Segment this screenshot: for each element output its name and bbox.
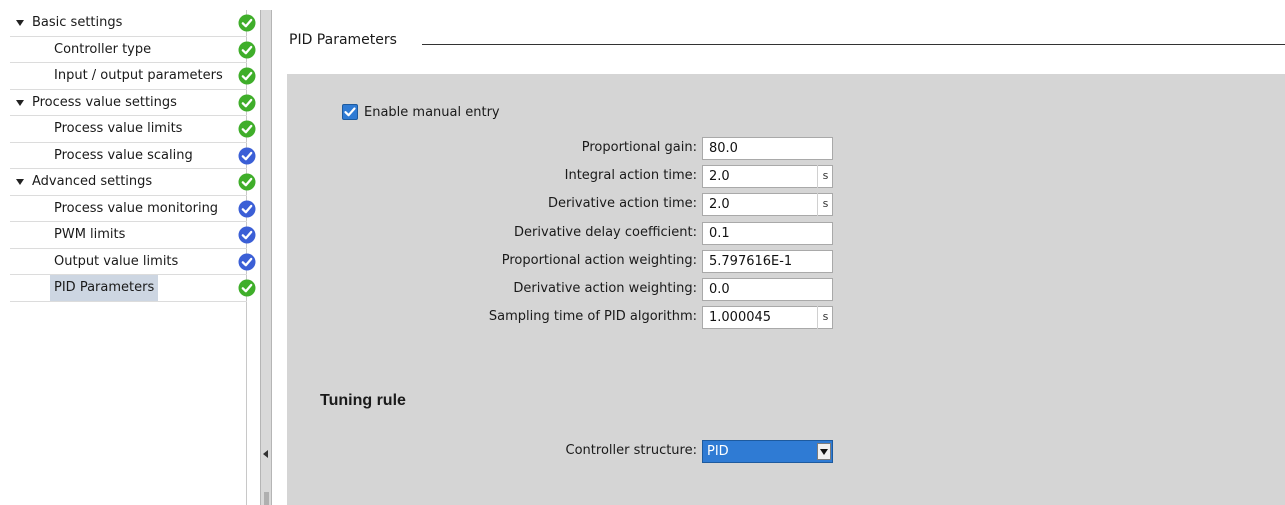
status-ok-check-icon (238, 67, 256, 85)
status-ok-check-icon (238, 120, 256, 138)
controller-structure-dropdown[interactable]: PID (702, 440, 833, 463)
nav-item-label: Controller type (54, 41, 152, 57)
collapse-arrow-icon[interactable] (263, 450, 268, 458)
nav-item-input-output-parameters[interactable]: Input / output parameters (10, 63, 247, 90)
nav-item-label: Basic settings (32, 15, 123, 30)
nav-item-label: PID Parameters (50, 275, 159, 301)
nav-item-label: Process value limits (54, 121, 183, 136)
checkmark-icon (344, 107, 356, 117)
proportional-gain-label: Proportional gain: (581, 140, 697, 155)
nav-item-process-value-monitoring[interactable]: Process value monitoring (10, 196, 247, 222)
derivative-action-weighting-input[interactable]: 0.0 (702, 278, 833, 301)
enable-manual-entry-label: Enable manual entry (364, 105, 500, 120)
status-ok-check-icon (238, 41, 256, 59)
sampling-time-of-pid-algorithm-input[interactable]: 1.000045 (702, 306, 833, 330)
sampling-time-of-pid-algorithm-label: Sampling time of PID algorithm: (488, 309, 697, 325)
enable-manual-entry-checkbox[interactable] (342, 104, 358, 120)
controller-structure-label: Controller structure: (565, 443, 697, 458)
status-info-check-icon (238, 226, 256, 244)
nav-item-output-value-limits[interactable]: Output value limits (10, 249, 247, 275)
proportional-action-weighting-value: 5.797616E-1 (709, 253, 793, 269)
proportional-gain-row: Proportional gain: 80.0 (287, 137, 1285, 160)
nav-item-label: Output value limits (54, 253, 179, 269)
integral-action-time-label: Integral action time: (564, 168, 697, 184)
derivative-action-time-value: 2.0 (709, 197, 730, 213)
derivative-action-time-row: Derivative action time: 2.0 s (287, 193, 1285, 217)
nav-item-label: PWM limits (54, 227, 126, 242)
integral-action-time-unit: s (817, 165, 833, 189)
expand-triangle-icon[interactable] (16, 179, 24, 185)
nav-item-label: Input / output parameters (54, 68, 223, 83)
proportional-gain-value: 80.0 (709, 141, 738, 156)
nav-item-label: Process value scaling (54, 147, 193, 163)
derivative-action-time-label: Derivative action time: (547, 196, 697, 212)
nav-item-label: Process value settings (32, 94, 177, 110)
nav-item-controller-type[interactable]: Controller type (10, 37, 247, 63)
nav-item-process-value-scaling[interactable]: Process value scaling (10, 143, 247, 169)
navigation-tree: Basic settings Controller type Input / out… (10, 10, 260, 505)
section-title: PID Parameters (289, 32, 397, 48)
pid-parameters-panel: Enable manual entry Tuning rule Controll… (287, 74, 1285, 505)
integral-action-time-input[interactable]: 2.0 (702, 165, 833, 189)
derivative-delay-coefficient-label: Derivative delay coefficient: (514, 224, 697, 240)
status-info-check-icon (238, 253, 256, 271)
tuning-rule-heading: Tuning rule (320, 392, 406, 409)
nav-item-process-value-settings[interactable]: Process value settings (10, 90, 247, 116)
sampling-time-of-pid-algorithm-row: Sampling time of PID algorithm: 1.000045 s (287, 306, 1285, 330)
chevron-down-icon (820, 449, 828, 455)
derivative-action-time-unit: s (817, 193, 833, 217)
expand-triangle-icon[interactable] (16, 20, 24, 26)
section-divider (422, 44, 1285, 45)
controller-structure-row: Controller structure: PID (287, 440, 1285, 463)
integral-action-time-row: Integral action time: 2.0 s (287, 165, 1285, 189)
proportional-gain-input[interactable]: 80.0 (702, 137, 833, 160)
integral-action-time-value: 2.0 (709, 169, 730, 185)
scrollbar-thumb[interactable] (264, 492, 269, 505)
status-ok-check-icon (238, 14, 256, 32)
nav-item-basic-settings[interactable]: Basic settings (10, 10, 247, 37)
expand-triangle-icon[interactable] (16, 99, 24, 106)
controller-structure-value: PID (707, 444, 729, 459)
nav-item-pid-parameters[interactable]: PID Parameters (10, 275, 247, 302)
status-ok-check-icon (238, 279, 256, 297)
derivative-action-weighting-label: Derivative action weighting: (513, 281, 697, 296)
nav-item-label: Advanced settings (32, 174, 153, 189)
nav-item-label: Process value monitoring (54, 200, 219, 216)
status-ok-check-icon (238, 173, 256, 191)
derivative-delay-coefficient-input[interactable]: 0.1 (702, 221, 833, 245)
proportional-action-weighting-label: Proportional action weighting: (501, 252, 697, 268)
sampling-time-of-pid-algorithm-value: 1.000045 (709, 310, 772, 326)
proportional-action-weighting-input[interactable]: 5.797616E-1 (702, 249, 833, 273)
panel-splitter[interactable] (260, 10, 272, 505)
derivative-action-weighting-value: 0.0 (709, 282, 730, 297)
status-info-check-icon (238, 200, 256, 218)
status-ok-check-icon (238, 94, 256, 112)
derivative-action-weighting-row: Derivative action weighting: 0.0 (287, 278, 1285, 301)
derivative-action-time-input[interactable]: 2.0 (702, 193, 833, 217)
nav-item-advanced-settings[interactable]: Advanced settings (10, 169, 247, 196)
dropdown-arrow-button[interactable] (817, 443, 831, 460)
derivative-delay-coefficient-row: Derivative delay coefficient: 0.1 (287, 221, 1285, 245)
nav-item-process-value-limits[interactable]: Process value limits (10, 116, 247, 143)
content-area: PID Parameters Enable manual entry Tunin… (272, 10, 1285, 505)
proportional-action-weighting-row: Proportional action weighting: 5.797616E-… (287, 249, 1285, 273)
status-info-check-icon (238, 147, 256, 165)
sampling-time-of-pid-algorithm-unit: s (817, 306, 833, 330)
nav-item-pwm-limits[interactable]: PWM limits (10, 222, 247, 249)
derivative-delay-coefficient-value: 0.1 (709, 225, 730, 241)
